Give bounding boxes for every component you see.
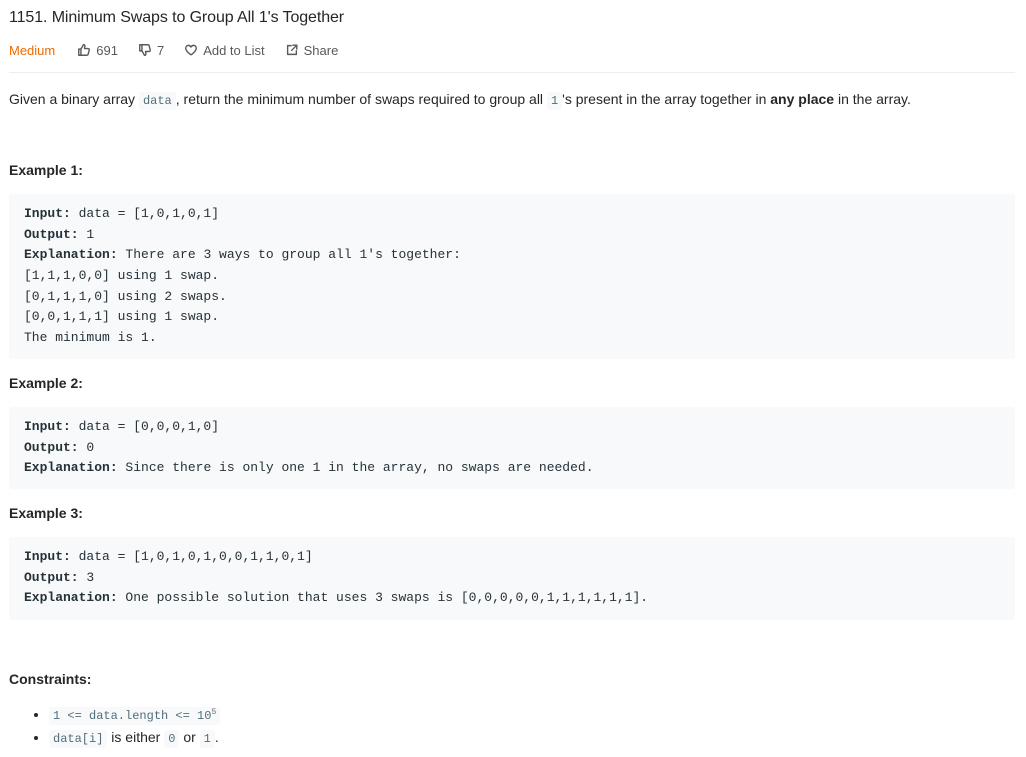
input-value: data = [1,0,1,0,1,0,0,1,1,0,1] <box>70 549 313 564</box>
output-value: 1 <box>78 226 95 242</box>
example-output-line: Output: 1 <box>24 225 1000 246</box>
header-divider <box>9 72 1015 73</box>
share-icon <box>286 44 298 56</box>
example-input-line: Input: data = [1,0,1,0,1,0,0,1,1,0,1] <box>24 547 1000 568</box>
heart-icon <box>185 44 198 56</box>
inline-code: 1 <= data.length <= 105 <box>49 707 221 725</box>
inline-code: data <box>138 92 176 110</box>
inline-code: data[i] <box>49 730 108 748</box>
thumbs-down-icon <box>139 44 151 57</box>
explanation-extra-line: The minimum is 1. <box>24 330 157 346</box>
input-value: data = [1,0,1,0,1] <box>70 206 220 221</box>
input-label: Input: <box>24 549 71 564</box>
like-count: 691 <box>96 42 118 58</box>
example-2-heading: Example 2: <box>9 375 83 391</box>
output-value: 3 <box>78 569 95 585</box>
constraint-code-text: 1 <= data.length <= 10 <box>53 709 212 723</box>
problem-description: Given a binary array data, return the mi… <box>9 89 1009 111</box>
example-3-block: Input: data = [1,0,1,0,1,0,0,1,1,0,1] Ou… <box>9 537 1015 620</box>
inline-code: 1 <box>546 92 563 110</box>
add-to-list-label: Add to List <box>203 42 265 58</box>
explanation-extra-line: [1,1,1,0,0] using 1 swap. <box>24 268 220 284</box>
constraint-text: or <box>179 729 200 745</box>
example-explanation-line: Explanation: There are 3 ways to group a… <box>24 245 1000 266</box>
inline-code: 1 <box>199 730 215 748</box>
example-output-line: Output: 3 <box>24 568 1000 589</box>
input-label: Input: <box>24 419 71 434</box>
constraints-list: 1 <= data.length <= 105 data[i] is eithe… <box>9 704 221 750</box>
example-3-heading: Example 3: <box>9 505 83 521</box>
example-explanation-line: Explanation: Since there is only one 1 i… <box>24 458 1000 479</box>
explanation-text: There are 3 ways to group all 1's togeth… <box>117 247 461 263</box>
constraints-heading: Constraints: <box>9 671 92 687</box>
example-input-line: Input: data = [1,0,1,0,1] <box>24 204 1000 225</box>
desc-text: Given a binary array <box>9 91 139 107</box>
add-to-list-button[interactable]: Add to List <box>184 42 265 58</box>
dislike-count: 7 <box>156 42 165 58</box>
desc-text: in the array. <box>834 91 911 107</box>
output-label: Output: <box>24 569 79 585</box>
explanation-label: Explanation: <box>24 247 118 263</box>
explanation-extra-line: [0,0,1,1,1] using 1 swap. <box>24 309 220 325</box>
thumbs-up-icon <box>78 43 91 56</box>
problem-title: 1151. Minimum Swaps to Group All 1's Tog… <box>9 9 345 26</box>
problem-page: 1151. Minimum Swaps to Group All 1's Tog… <box>0 0 1026 757</box>
example-1-heading: Example 1: <box>9 162 83 178</box>
output-label: Output: <box>24 226 79 242</box>
inline-code: 0 <box>164 730 180 748</box>
explanation-text: One possible solution that uses 3 swaps … <box>117 590 649 606</box>
output-value: 0 <box>78 439 95 455</box>
desc-emphasis: any place <box>770 91 835 107</box>
difficulty-badge: Medium <box>9 42 56 58</box>
explanation-label: Explanation: <box>24 460 118 476</box>
output-label: Output: <box>24 439 79 455</box>
dislike-button[interactable]: 7 <box>138 43 164 58</box>
like-button[interactable]: 691 <box>77 43 118 58</box>
constraint-item: data[i] is either 0 or 1. <box>49 727 220 750</box>
example-output-line: Output: 0 <box>24 438 1000 459</box>
input-label: Input: <box>24 206 71 221</box>
share-button[interactable]: Share <box>285 42 339 58</box>
input-value: data = [0,0,0,1,0] <box>70 419 220 434</box>
explanation-text: Since there is only one 1 in the array, … <box>117 460 594 476</box>
constraint-text: is either <box>107 729 165 745</box>
desc-text: 's present in the array together in <box>562 91 771 107</box>
problem-meta-bar: Medium 691 7 Add to List Share <box>9 40 358 60</box>
example-explanation-line: Explanation: One possible solution that … <box>24 588 1000 609</box>
constraint-exponent: 5 <box>211 708 217 717</box>
constraint-text: . <box>214 729 219 745</box>
constraint-item: 1 <= data.length <= 105 <box>49 704 221 727</box>
example-1-block: Input: data = [1,0,1,0,1] Output: 1 Expl… <box>9 194 1015 359</box>
example-input-line: Input: data = [0,0,0,1,0] <box>24 417 1000 438</box>
share-label: Share <box>303 42 339 58</box>
desc-text: , return the minimum number of swaps req… <box>175 91 547 107</box>
example-2-block: Input: data = [0,0,0,1,0] Output: 0 Expl… <box>9 407 1015 489</box>
explanation-label: Explanation: <box>24 590 118 606</box>
explanation-extra-line: [0,1,1,1,0] using 2 swaps. <box>24 288 227 304</box>
